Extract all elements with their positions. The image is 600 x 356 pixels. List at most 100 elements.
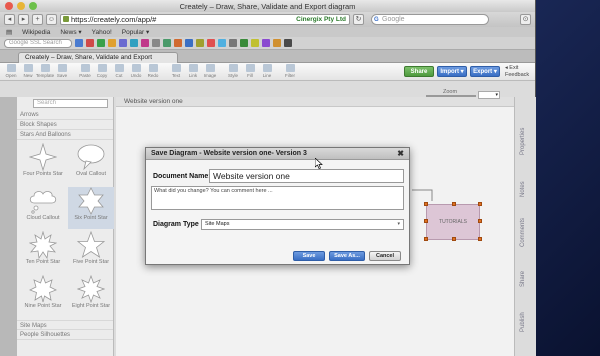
bookmark-item[interactable]: News ▾ <box>60 28 81 36</box>
filter-tool[interactable]: Filter <box>283 63 297 78</box>
shape-oval-callout[interactable]: Oval Callout <box>68 143 114 185</box>
share-button[interactable]: Share <box>404 66 434 77</box>
resize-handle[interactable] <box>424 202 428 206</box>
resize-handle[interactable] <box>424 237 428 241</box>
tool-label: Image <box>203 73 217 78</box>
library-section-block-shapes[interactable]: Block Shapes <box>17 120 113 130</box>
import-button[interactable]: Import ▾ <box>437 66 467 77</box>
canvas-document-tab[interactable]: Website version one <box>116 97 514 107</box>
resize-handle[interactable] <box>424 219 428 223</box>
shape-eight-point-star[interactable]: Eight Point Star <box>68 275 114 317</box>
open-tool[interactable]: Open <box>4 63 18 78</box>
tab-creately[interactable]: Creately – Draw, Share, Validate and Exp… <box>18 52 178 71</box>
tool-label: Copy <box>96 73 108 78</box>
resize-handle[interactable] <box>452 237 456 241</box>
shape-six-point-star[interactable]: Six Point Star <box>68 187 114 229</box>
zoom-select[interactable]: ▾ <box>478 91 500 99</box>
extension-icon[interactable] <box>229 39 237 47</box>
feedback-link[interactable]: Feedback <box>505 72 529 78</box>
export-button[interactable]: Export ▾ <box>470 66 500 77</box>
google-ssl-search-field[interactable]: Google SSL Search <box>4 38 72 48</box>
exit-link[interactable]: ◂ Exit <box>505 65 518 71</box>
save-button[interactable]: Save <box>293 251 325 261</box>
shape-cloud-callout[interactable]: Cloud Callout <box>20 187 66 229</box>
document-name-input[interactable]: Website version one <box>209 169 404 183</box>
reload-icon[interactable]: ↻ <box>353 14 364 25</box>
extension-icon[interactable] <box>141 39 149 47</box>
notes-panel-tab[interactable]: Notes <box>520 181 526 197</box>
reading-list-icon[interactable]: ▤ <box>6 28 12 36</box>
shape-search-input[interactable]: Search <box>33 99 108 108</box>
resize-handle[interactable] <box>478 219 482 223</box>
style-tool[interactable]: Style <box>226 63 240 78</box>
extension-icon[interactable] <box>108 39 116 47</box>
extension-icon[interactable] <box>240 39 248 47</box>
shape-four-points-star[interactable]: Four Points Star <box>20 143 66 185</box>
dialog-close-icon[interactable]: ✖ <box>397 148 404 160</box>
cancel-button[interactable]: Cancel <box>369 251 401 261</box>
extension-icon[interactable] <box>196 39 204 47</box>
share-panel-tab[interactable]: Share <box>520 271 526 287</box>
cut-tool[interactable]: Cut <box>112 63 126 78</box>
fill-tool[interactable]: Fill <box>243 63 257 78</box>
zoom-window-button[interactable] <box>29 2 37 10</box>
shape-five-point-star[interactable]: Five Point Star <box>68 231 114 273</box>
bookmark-item[interactable]: Wikipedia <box>22 29 50 36</box>
bookmark-item[interactable]: Yahoo! <box>92 29 112 36</box>
link-tool[interactable]: Link <box>186 63 200 78</box>
extension-icon[interactable] <box>185 39 193 47</box>
properties-panel-tab[interactable]: Properties <box>520 128 526 155</box>
paste-tool[interactable]: Paste <box>78 63 92 78</box>
comments-panel-tab[interactable]: Comments <box>520 218 526 247</box>
extension-icon[interactable] <box>86 39 94 47</box>
line-tool[interactable]: Line <box>260 63 274 78</box>
redo-tool[interactable]: Redo <box>146 63 160 78</box>
resize-handle[interactable] <box>452 202 456 206</box>
zoom-slider[interactable] <box>426 95 476 97</box>
extension-icon[interactable] <box>207 39 215 47</box>
add-bookmark-icon[interactable]: + <box>32 14 43 25</box>
extension-icon[interactable] <box>218 39 226 47</box>
extension-icon[interactable] <box>119 39 127 47</box>
library-section-site-maps[interactable]: Site Maps <box>17 320 113 330</box>
minimize-window-button[interactable] <box>17 2 25 10</box>
comment-textarea[interactable]: What did you change? You can comment her… <box>151 186 404 210</box>
forward-icon[interactable]: ▸ <box>18 14 29 25</box>
extension-icon[interactable] <box>130 39 138 47</box>
bookmark-item[interactable]: Popular ▾ <box>122 28 149 36</box>
shape-nine-point-star[interactable]: Nine Point Star <box>20 275 66 317</box>
extension-icon[interactable] <box>251 39 259 47</box>
shape-ten-point-star[interactable]: Ten Point Star <box>20 231 66 273</box>
library-section-arrows[interactable]: Arrows <box>17 110 113 120</box>
diagram-type-select[interactable]: Site Maps ▾ <box>201 219 404 230</box>
image-tool[interactable]: Image <box>203 63 217 78</box>
library-section-stars-and-balloons[interactable]: Stars And Balloons <box>17 130 113 140</box>
eight-point-star-icon <box>77 275 105 303</box>
browser-search-field[interactable]: G Google <box>371 14 489 25</box>
extension-icon[interactable] <box>75 39 83 47</box>
extension-icon[interactable] <box>97 39 105 47</box>
publish-panel-tab[interactable]: Publish <box>520 312 526 332</box>
extension-icon[interactable] <box>284 39 292 47</box>
extension-icon[interactable] <box>163 39 171 47</box>
close-window-button[interactable] <box>5 2 13 10</box>
save-tool[interactable]: Save <box>55 63 69 78</box>
extension-icon[interactable] <box>152 39 160 47</box>
resize-handle[interactable] <box>478 202 482 206</box>
url-bar[interactable]: https://creately.com/app/# Cinergix Pty … <box>60 14 350 25</box>
options-icon[interactable]: ⊙ <box>520 14 531 25</box>
library-section-people-silhouettes[interactable]: People Silhouettes <box>17 330 113 340</box>
resize-handle[interactable] <box>478 237 482 241</box>
new-tool[interactable]: New <box>21 63 35 78</box>
extension-icon[interactable] <box>273 39 281 47</box>
extension-icon[interactable] <box>262 39 270 47</box>
undo-tool[interactable]: Undo <box>129 63 143 78</box>
user-icon[interactable]: ☺ <box>46 14 57 25</box>
back-icon[interactable]: ◂ <box>4 14 15 25</box>
diagram-node-tutorials[interactable]: TUTORIALS <box>426 204 480 240</box>
save-as-button[interactable]: Save As... <box>329 251 365 261</box>
text-tool[interactable]: Text <box>169 63 183 78</box>
extension-icon[interactable] <box>174 39 182 47</box>
template-tool[interactable]: Template <box>36 63 54 78</box>
copy-tool[interactable]: Copy <box>95 63 109 78</box>
